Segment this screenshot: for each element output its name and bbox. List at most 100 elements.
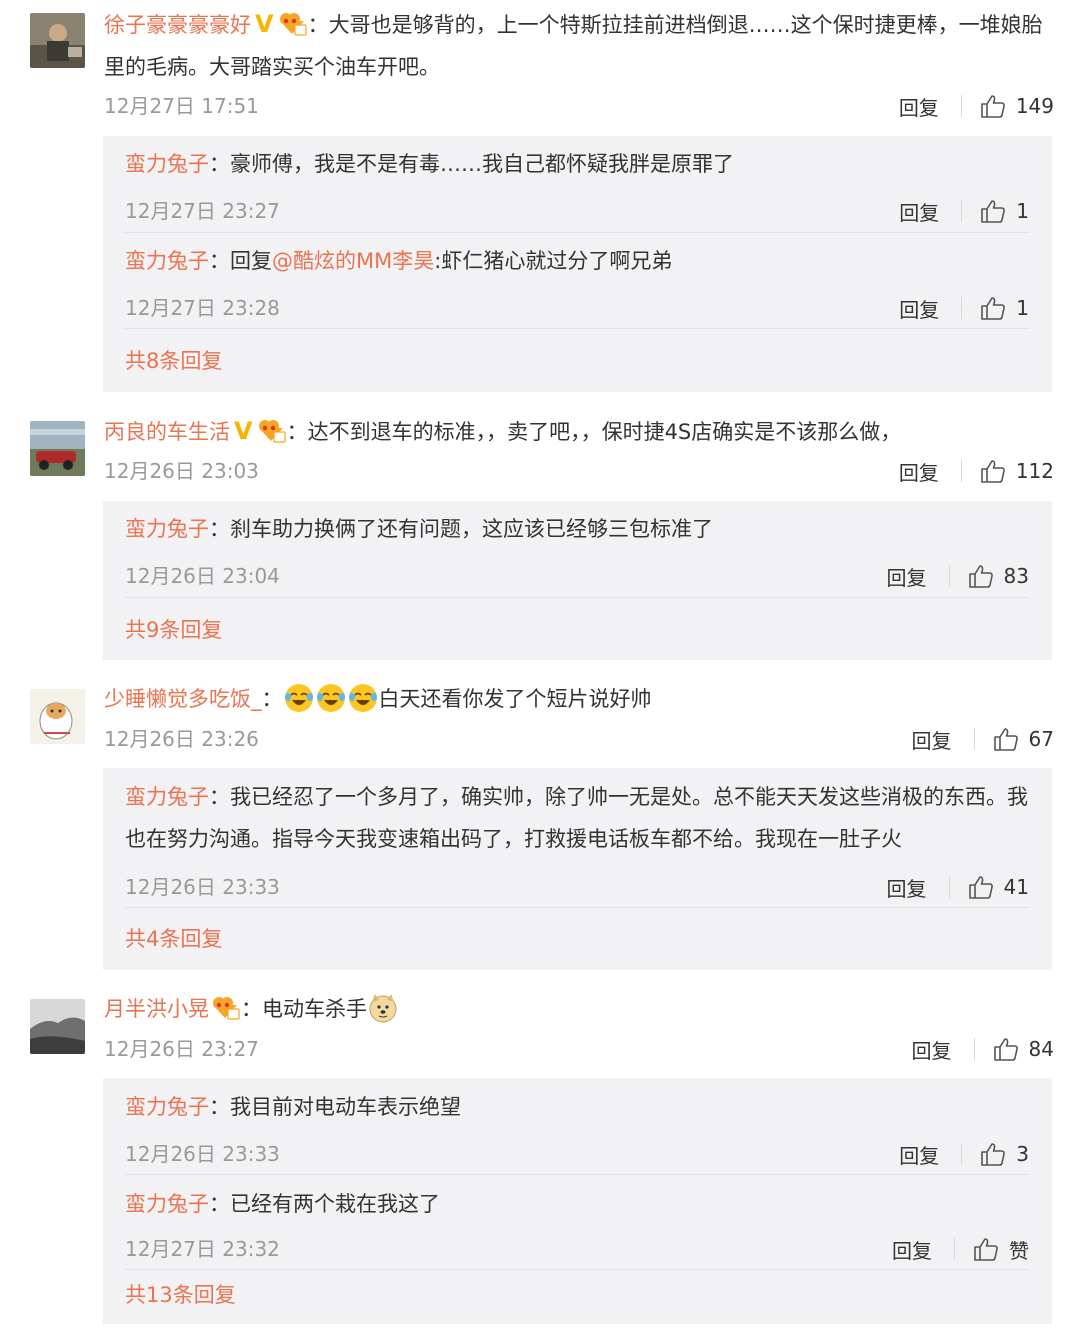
timestamp: 12月26日 23:03	[104, 459, 259, 483]
thumbs-up-icon[interactable]	[993, 1036, 1019, 1062]
divider	[948, 876, 950, 898]
laugh-cry-emoji-icon	[348, 684, 377, 712]
username-link[interactable]: 月半洪小晃	[104, 997, 209, 1021]
username-link[interactable]: 少睡懒觉多吃饭_	[104, 687, 262, 711]
timestamp: 12月27日 23:32	[125, 1237, 280, 1261]
reply-button[interactable]: 回复	[887, 873, 927, 902]
username-link[interactable]: 蛮力兔子	[125, 249, 209, 273]
view-more-replies-link[interactable]: 共4条回复	[125, 919, 222, 959]
timestamp: 12月27日 17:51	[104, 94, 259, 118]
thumbs-up-icon[interactable]	[980, 93, 1006, 119]
divider	[954, 1238, 955, 1260]
username-link[interactable]: 蛮力兔子	[125, 1095, 209, 1119]
comment-actions: 回复 149	[899, 86, 1054, 126]
timestamp: 12月26日 23:27	[104, 1037, 259, 1061]
divider	[961, 200, 963, 222]
like-count: 83	[1003, 564, 1029, 588]
like-count: 67	[1028, 727, 1054, 751]
reply-button[interactable]: 回复	[912, 725, 952, 754]
avatar[interactable]	[30, 421, 85, 476]
comment-body: 白天还看你发了个短片说好帅	[378, 687, 652, 711]
thumbs-up-icon[interactable]	[968, 874, 994, 900]
comment-text: 月半洪小晃 ：电动车杀手	[104, 988, 1054, 1030]
reply-actions: 回复 83	[887, 556, 1029, 596]
username-link[interactable]: 蛮力兔子	[125, 152, 209, 176]
view-more-replies-link[interactable]: 共13条回复	[125, 1275, 236, 1315]
timestamp: 12月26日 23:33	[125, 1142, 280, 1166]
colon: ：	[307, 13, 329, 37]
reply-body: :虾仁猪心就过分了啊兄弟	[434, 249, 673, 273]
thumbs-up-icon[interactable]	[968, 563, 994, 589]
thumbs-up-icon[interactable]	[980, 1141, 1006, 1167]
thumbs-up-icon[interactable]	[973, 1236, 999, 1262]
like-count: 41	[1003, 875, 1029, 899]
member-crown-icon	[213, 997, 240, 1020]
thumbs-up-icon[interactable]	[993, 726, 1019, 752]
reply-button[interactable]: 回复	[887, 562, 927, 591]
reply-thread: 蛮力兔子：豪师傅，我是不是有毒……我自己都怀疑我胖是原罪了 12月27日 23:…	[103, 136, 1052, 392]
comment-text: 丙良的车生活 V ：达不到退车的标准，，卖了吧，，保时捷4S店确实是不该那么做，	[104, 410, 1054, 453]
reply-button[interactable]: 回复	[899, 294, 939, 323]
reply-button[interactable]: 回复	[892, 1235, 932, 1264]
divider	[948, 565, 950, 587]
reply-body: 刹车助力换俩了还有问题，这应该已经够三包标准了	[230, 517, 713, 541]
view-more-replies-link[interactable]: 共9条回复	[125, 610, 222, 650]
divider	[960, 95, 962, 117]
reply-text: 蛮力兔子：我目前对电动车表示绝望	[125, 1086, 1029, 1128]
reply-text: 蛮力兔子：豪师傅，我是不是有毒……我自己都怀疑我胖是原罪了	[125, 143, 1029, 185]
like-count: 1	[1016, 296, 1029, 320]
reply-text: 蛮力兔子：回复@酷炫的MM李昊:虾仁猪心就过分了啊兄弟	[125, 240, 1029, 282]
reply-text: 蛮力兔子：刹车助力换俩了还有问题，这应该已经够三包标准了	[125, 508, 1029, 550]
thumbs-up-icon[interactable]	[980, 295, 1006, 321]
comment-actions: 回复 84	[912, 1029, 1054, 1069]
comment-meta: 12月26日 23:26 回复 67	[104, 719, 1054, 759]
avatar[interactable]	[30, 689, 85, 744]
reply-divider	[125, 232, 1029, 233]
colon: ：	[261, 687, 283, 711]
reply-thread: 蛮力兔子：刹车助力换俩了还有问题，这应该已经够三包标准了 12月26日 23:0…	[103, 501, 1052, 660]
username-link[interactable]: 蛮力兔子	[125, 1192, 209, 1216]
reply-meta: 12月26日 23:33 回复 3	[125, 1134, 1029, 1174]
like-button-label[interactable]: 赞	[1009, 1235, 1029, 1264]
like-count: 112	[1015, 459, 1054, 483]
comment-meta: 12月26日 23:27 回复 84	[104, 1029, 1054, 1069]
reply-button[interactable]: 回复	[899, 457, 939, 486]
mention-link[interactable]: @酷炫的MM李昊	[272, 249, 434, 273]
divider	[961, 1143, 963, 1165]
reply-actions: 回复 41	[887, 867, 1029, 907]
username-link[interactable]: 丙良的车生活	[104, 420, 230, 444]
reply-body: 我已经忍了一个多月了，确实帅，除了帅一无是处。总不能天天发这些消极的东西。我也在…	[125, 785, 1028, 851]
verified-icon: V	[234, 417, 253, 445]
thumbs-up-icon[interactable]	[980, 198, 1006, 224]
divider	[960, 460, 962, 482]
username-link[interactable]: 蛮力兔子	[125, 517, 209, 541]
reply-thread: 蛮力兔子：我已经忍了一个多月了，确实帅，除了帅一无是处。总不能天天发这些消极的东…	[103, 768, 1052, 970]
thumbs-up-icon[interactable]	[980, 458, 1006, 484]
avatar[interactable]	[30, 999, 85, 1054]
username-link[interactable]: 徐子豪豪豪豪好	[104, 13, 251, 37]
reply-divider	[125, 907, 1029, 908]
divider	[973, 728, 975, 750]
comment-text: 少睡懒觉多吃饭_： 白天还看你发了个短片说好帅	[104, 678, 1054, 720]
timestamp: 12月26日 23:04	[125, 564, 280, 588]
laugh-cry-emoji-icon	[284, 684, 313, 712]
avatar[interactable]	[30, 13, 85, 68]
username-link[interactable]: 蛮力兔子	[125, 785, 209, 809]
reply-divider	[125, 1269, 1029, 1270]
reply-meta: 12月27日 23:27 回复 1	[125, 191, 1029, 231]
reply-actions: 回复 1	[899, 288, 1029, 328]
reply-button[interactable]: 回复	[899, 92, 939, 121]
member-crown-icon	[279, 13, 307, 36]
reply-button[interactable]: 回复	[912, 1035, 952, 1064]
reply-button[interactable]: 回复	[899, 197, 939, 226]
like-count: 149	[1015, 94, 1054, 118]
reply-body: 已经有两个栽在我这了	[230, 1192, 440, 1216]
reply-actions: 回复 1	[899, 191, 1029, 231]
timestamp: 12月27日 23:27	[125, 199, 280, 223]
reply-body: 我目前对电动车表示绝望	[230, 1095, 461, 1119]
view-more-replies-link[interactable]: 共8条回复	[125, 341, 222, 381]
reply-button[interactable]: 回复	[899, 1140, 939, 1169]
doge-emoji-icon	[369, 994, 397, 1023]
laugh-cry-emoji-icon	[316, 684, 345, 712]
reply-body: 豪师傅，我是不是有毒……我自己都怀疑我胖是原罪了	[230, 152, 734, 176]
